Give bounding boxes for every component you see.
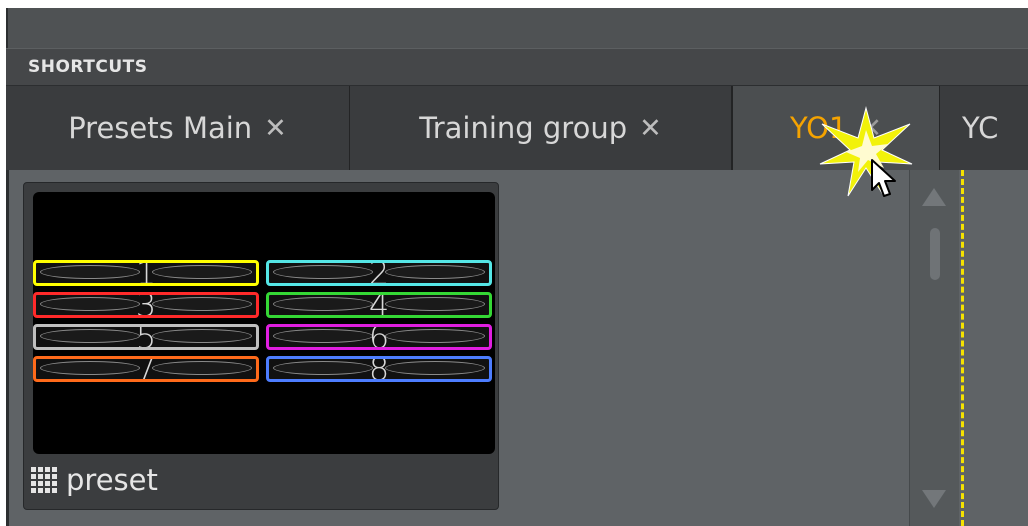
preset-card[interactable]: 1 2 3 4 5 6 7 8 preset — [23, 182, 499, 510]
preset-label: preset — [66, 463, 158, 497]
preset-slot: 8 — [266, 356, 492, 382]
preset-slot: 7 — [33, 356, 259, 382]
slot-number: 3 — [135, 292, 157, 318]
tab-label: Training group — [419, 111, 628, 145]
tab-yc[interactable]: YC — [940, 86, 1028, 170]
top-toolbar — [6, 8, 1028, 48]
slot-number: 5 — [135, 324, 157, 350]
tab-label: YC — [962, 111, 999, 145]
slot-number: 6 — [368, 324, 390, 350]
slot-number: 2 — [368, 260, 390, 286]
vertical-scrollbar[interactable] — [909, 170, 959, 526]
scroll-up-arrow-icon[interactable] — [922, 188, 946, 206]
preset-slot: 1 — [33, 260, 259, 286]
tab-presets-main[interactable]: Presets Main ✕ — [6, 86, 350, 170]
tab-training-group[interactable]: Training group ✕ — [350, 86, 732, 170]
close-icon[interactable]: ✕ — [639, 113, 662, 144]
preset-slot: 2 — [266, 260, 492, 286]
mouse-cursor-icon — [871, 159, 896, 197]
dashed-guide-line — [961, 170, 964, 526]
preset-footer: preset — [24, 455, 498, 509]
preset-preview: 1 2 3 4 5 6 7 8 — [33, 192, 495, 454]
scroll-thumb[interactable] — [930, 228, 940, 280]
grid-icon — [31, 467, 57, 493]
tab-label: Presets Main — [68, 111, 253, 145]
section-title: SHORTCUTS — [28, 57, 148, 77]
scroll-down-arrow-icon[interactable] — [922, 490, 946, 508]
preset-slot: 5 — [33, 324, 259, 350]
slot-number: 7 — [135, 356, 157, 382]
preset-slot: 6 — [266, 324, 492, 350]
slot-number: 8 — [368, 356, 390, 382]
shortcuts-content: 1 2 3 4 5 6 7 8 preset — [6, 170, 1028, 526]
close-icon[interactable]: ✕ — [264, 113, 287, 144]
slot-number: 4 — [368, 292, 390, 318]
preset-slot: 3 — [33, 292, 259, 318]
preset-slot: 4 — [266, 292, 492, 318]
shortcuts-header: SHORTCUTS — [6, 48, 1028, 86]
slot-number: 1 — [135, 260, 157, 286]
top-strip — [0, 0, 1028, 8]
